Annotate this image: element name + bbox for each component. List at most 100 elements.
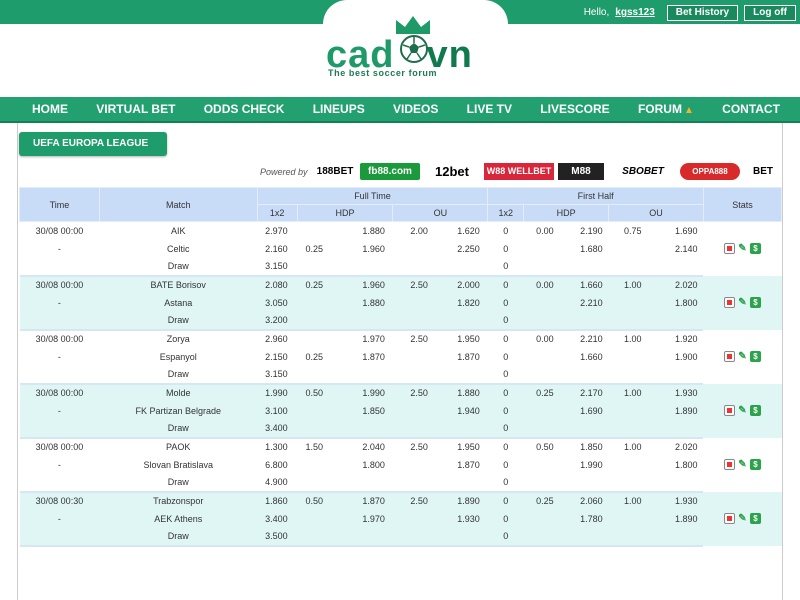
team-name: Trabzonspor	[99, 491, 258, 510]
team-name: Draw	[99, 257, 258, 277]
nav-videos[interactable]: VIDEOS	[393, 102, 438, 116]
odds-fh-1x2: 0	[487, 257, 524, 277]
brand-oppa888[interactable]: OPPA888	[680, 163, 740, 180]
header-stats: Stats	[702, 187, 783, 222]
odds-ft-hdp-line: 1.50	[297, 437, 324, 456]
nav-odds-check[interactable]: ODDS CHECK	[204, 102, 285, 116]
match-detail-icon[interactable]	[723, 297, 735, 309]
stats-cell: ✎ $	[703, 491, 782, 546]
odds-fh-1x2: 0	[487, 221, 524, 240]
odds-fh-ou-line: 0.75	[608, 221, 642, 240]
odds-ft-ou-odds	[427, 257, 488, 277]
odds-ft-ou-line	[392, 239, 428, 258]
odds-ft-ou-line	[392, 401, 428, 420]
odds-fh-ou-line	[608, 239, 642, 258]
lineup-icon[interactable]: ✎	[737, 351, 748, 362]
dollar-icon[interactable]: $	[749, 351, 761, 363]
odds-fh-ou-odds: 1.930	[641, 491, 704, 510]
odds-ft-ou-line	[392, 347, 428, 366]
match-row: Draw 3.150 0	[19, 365, 782, 385]
crown-icon	[396, 16, 430, 34]
odds-fh-ou-odds: 1.920	[641, 329, 704, 348]
dollar-icon[interactable]: $	[749, 243, 761, 255]
match-time-cell	[19, 257, 100, 277]
brand-12bet[interactable]: 12bet	[424, 163, 480, 180]
odds-fh-1x2: 0	[487, 311, 524, 331]
username-link[interactable]: kgss123	[615, 7, 654, 18]
odds-fh-hdp-line	[523, 365, 554, 385]
site-logo[interactable]: cad vn The best soccer forum	[326, 12, 481, 80]
nav-home[interactable]: HOME	[32, 102, 68, 116]
match-row: - Celtic 2.160 0.25 1.960 2.250 0 1.680 2.140	[19, 239, 782, 258]
bet-history-button[interactable]: Bet History	[666, 4, 739, 21]
match-time-cell: -	[19, 239, 100, 258]
match-time: 30/08 00:00	[19, 437, 100, 456]
dollar-icon[interactable]: $	[749, 405, 761, 417]
odds-fh-ou-line	[608, 365, 642, 385]
stats-cell: ✎ $	[703, 329, 782, 384]
fire-icon: ▲	[683, 105, 694, 116]
brand-wellbet[interactable]: W88 WELLBET	[484, 163, 554, 180]
odds-ft-hdp-line	[297, 365, 324, 385]
match-detail-icon[interactable]	[723, 405, 735, 417]
nav-forum-label: FORUM	[637, 102, 682, 116]
odds-fh-hdp-line	[523, 455, 554, 474]
odds-ft-hdp-odds: 1.970	[323, 329, 393, 348]
odds-ft-1x2: 3.200	[257, 311, 298, 331]
odds-ft-hdp-odds	[323, 365, 393, 385]
odds-ft-ou-odds: 2.250	[427, 239, 488, 258]
odds-ft-1x2: 4.900	[257, 473, 298, 493]
match-detail-icon[interactable]	[723, 243, 735, 255]
lineup-icon[interactable]: ✎	[737, 297, 748, 308]
brand-m88[interactable]: M88	[558, 163, 604, 180]
lineup-icon[interactable]: ✎	[737, 405, 748, 416]
nav-livescore[interactable]: LIVESCORE	[540, 102, 609, 116]
dollar-icon[interactable]: $	[749, 459, 761, 471]
nav-lineups[interactable]: LINEUPS	[313, 102, 365, 116]
brand-sbobet[interactable]: SBOBET	[608, 163, 678, 180]
match-detail-icon[interactable]	[723, 459, 735, 471]
nav-live-tv[interactable]: LIVE TV	[467, 102, 512, 116]
match-detail-icon[interactable]	[723, 351, 735, 363]
nav-forum[interactable]: FORUM ▲	[638, 102, 694, 116]
odds-ft-ou-line	[392, 257, 428, 277]
match-time-cell: -	[19, 293, 100, 312]
league-tab[interactable]: UEFA EUROPA LEAGUE	[19, 132, 167, 156]
lineup-icon[interactable]: ✎	[737, 513, 748, 524]
nav-virtual-bet[interactable]: VIRTUAL BET	[96, 102, 175, 116]
brand-sbobet-label: SBOBET	[622, 166, 664, 177]
match-row: 30/08 00:30 Trabzonspor 1.860 0.50 1.870 2.50…	[19, 491, 782, 546]
team-name: AEK Athens	[99, 509, 258, 528]
match-detail-icon[interactable]	[723, 513, 735, 525]
odds-fh-1x2: 0	[487, 473, 524, 493]
match-time: 30/08 00:30	[19, 491, 100, 510]
user-box: Hello, kgss123 Bet History Log off	[584, 4, 796, 21]
odds-ft-hdp-line: 0.50	[297, 383, 324, 402]
main-nav: HOME VIRTUAL BET ODDS CHECK LINEUPS VIDE…	[0, 97, 800, 123]
odds-fh-1x2: 0	[487, 383, 524, 402]
odds-ft-ou-odds	[427, 311, 488, 331]
odds-ft-ou-odds: 2.000	[427, 275, 488, 294]
odds-ft-hdp-line	[297, 329, 324, 348]
odds-fh-ou-odds: 2.020	[641, 437, 704, 456]
header-fh-1x2: 1x2	[487, 204, 525, 222]
odds-fh-ou-odds: 1.800	[641, 455, 704, 474]
brand-bet[interactable]: BET	[744, 163, 782, 180]
odds-fh-hdp-odds: 1.660	[553, 275, 609, 294]
brand-188bet[interactable]: 188BET	[314, 163, 356, 180]
match-time: 30/08 00:00	[19, 221, 100, 240]
odds-fh-hdp-line: 0.25	[523, 491, 554, 510]
brand-fb88[interactable]: fb88.com	[360, 163, 420, 180]
dollar-icon[interactable]: $	[749, 513, 761, 525]
logout-button[interactable]: Log off	[744, 4, 796, 21]
odds-ft-ou-odds: 1.950	[427, 437, 488, 456]
stats-cell: ✎ $	[703, 275, 782, 330]
dollar-icon[interactable]: $	[749, 297, 761, 309]
odds-ft-hdp-line: 0.50	[297, 491, 324, 510]
lineup-icon[interactable]: ✎	[737, 459, 748, 470]
nav-contact[interactable]: CONTACT	[722, 102, 780, 116]
lineup-icon[interactable]: ✎	[737, 243, 748, 254]
odds-fh-1x2: 0	[487, 293, 524, 312]
odds-fh-hdp-odds: 1.680	[553, 239, 609, 258]
odds-ft-1x2: 3.050	[257, 293, 298, 312]
